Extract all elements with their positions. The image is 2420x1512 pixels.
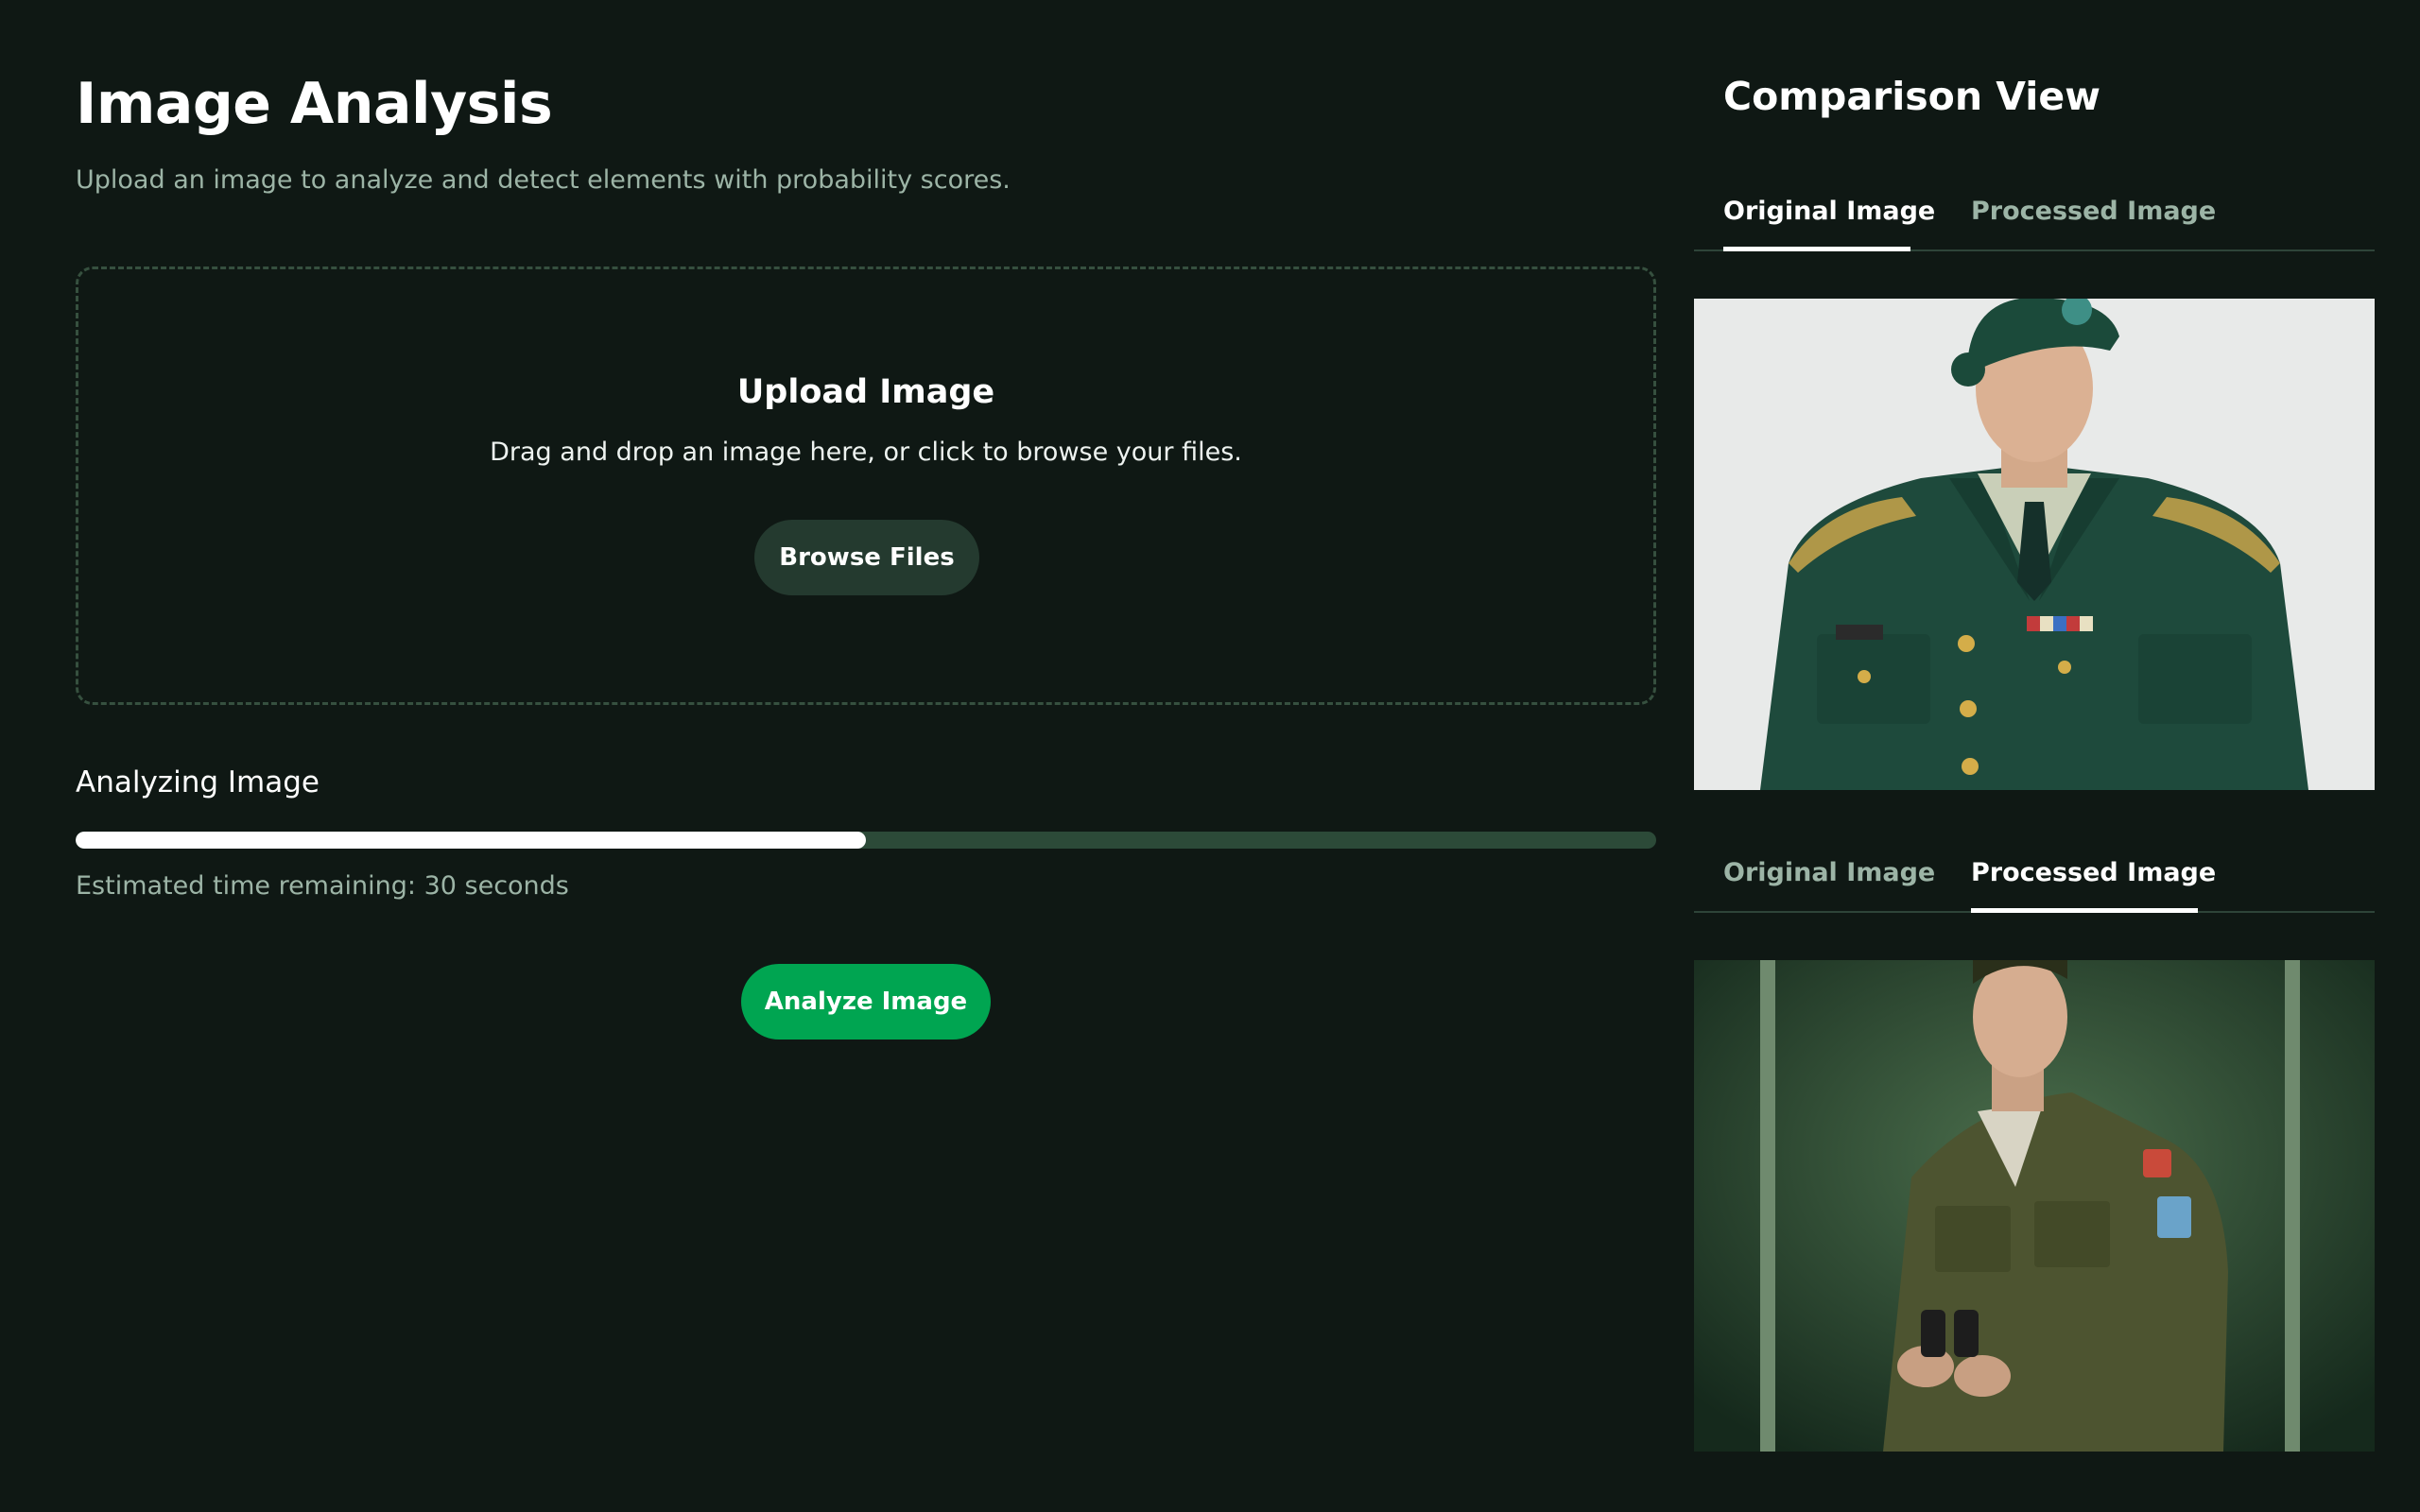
progress-label: Analyzing Image — [76, 765, 320, 799]
main-panel: Image Analysis Upload an image to analyz… — [76, 57, 1656, 195]
progress-bar-fill — [76, 832, 866, 849]
comparison-title: Comparison View — [1723, 74, 2101, 119]
processed-image — [1694, 960, 2375, 1452]
progress-bar — [76, 832, 1656, 849]
page-title: Image Analysis — [76, 71, 553, 137]
time-remaining: Estimated time remaining: 30 seconds — [76, 871, 569, 901]
browse-files-button[interactable]: Browse Files — [754, 520, 979, 595]
upload-description: Drag and drop an image here, or click to… — [490, 438, 1242, 467]
tab-original-image[interactable]: Original Image — [1723, 858, 1935, 913]
upload-title: Upload Image — [736, 373, 995, 411]
tab-original-image[interactable]: Original Image — [1723, 197, 1935, 251]
original-image — [1694, 299, 2375, 790]
tab-processed-image[interactable]: Processed Image — [1971, 858, 2216, 913]
comparison-tabs-top: Original Image Processed Image — [1694, 197, 2375, 251]
tab-processed-image[interactable]: Processed Image — [1971, 197, 2216, 251]
analyze-image-button[interactable]: Analyze Image — [741, 964, 991, 1040]
upload-dropzone[interactable]: Upload Image Drag and drop an image here… — [76, 266, 1656, 705]
soldier-portrait-illustration — [1694, 299, 2375, 790]
comparison-tabs-bottom: Original Image Processed Image — [1694, 858, 2375, 913]
processed-portrait-illustration — [1694, 960, 2375, 1452]
page-subtitle: Upload an image to analyze and detect el… — [76, 165, 1011, 195]
